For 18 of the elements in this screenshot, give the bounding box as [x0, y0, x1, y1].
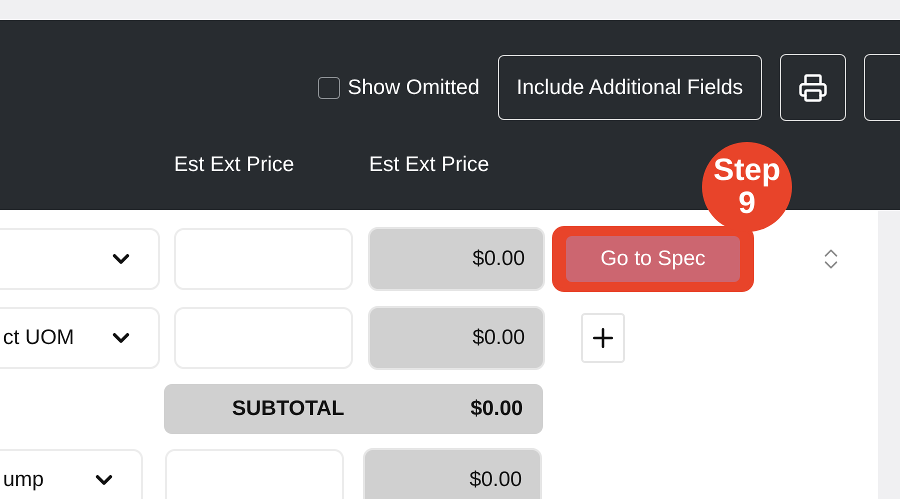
add-button[interactable] — [581, 313, 625, 363]
show-omitted-label: Show Omitted — [348, 76, 480, 100]
unit-value: ump — [3, 468, 44, 492]
include-fields-button[interactable]: Include Additional Fields — [498, 55, 762, 120]
print-button[interactable] — [780, 54, 846, 121]
price-field: $0.00 — [368, 306, 545, 370]
column-header: Est Ext Price — [368, 153, 490, 177]
column-header: Est Ext Price — [173, 153, 296, 177]
unit-select[interactable]: ct UOM — [0, 307, 160, 369]
unit-value: ct UOM — [3, 326, 74, 350]
go-to-spec-button[interactable]: Go to Spec — [566, 236, 740, 282]
printer-icon — [798, 72, 828, 102]
subtotal-value: $0.00 — [470, 397, 523, 421]
subtotal-label: SUBTOTAL — [232, 397, 344, 421]
price-field: $0.00 — [363, 448, 542, 499]
show-omitted-checkbox[interactable] — [318, 76, 340, 98]
unit-select[interactable]: ump — [0, 449, 143, 499]
price-field: $0.00 — [368, 227, 545, 291]
